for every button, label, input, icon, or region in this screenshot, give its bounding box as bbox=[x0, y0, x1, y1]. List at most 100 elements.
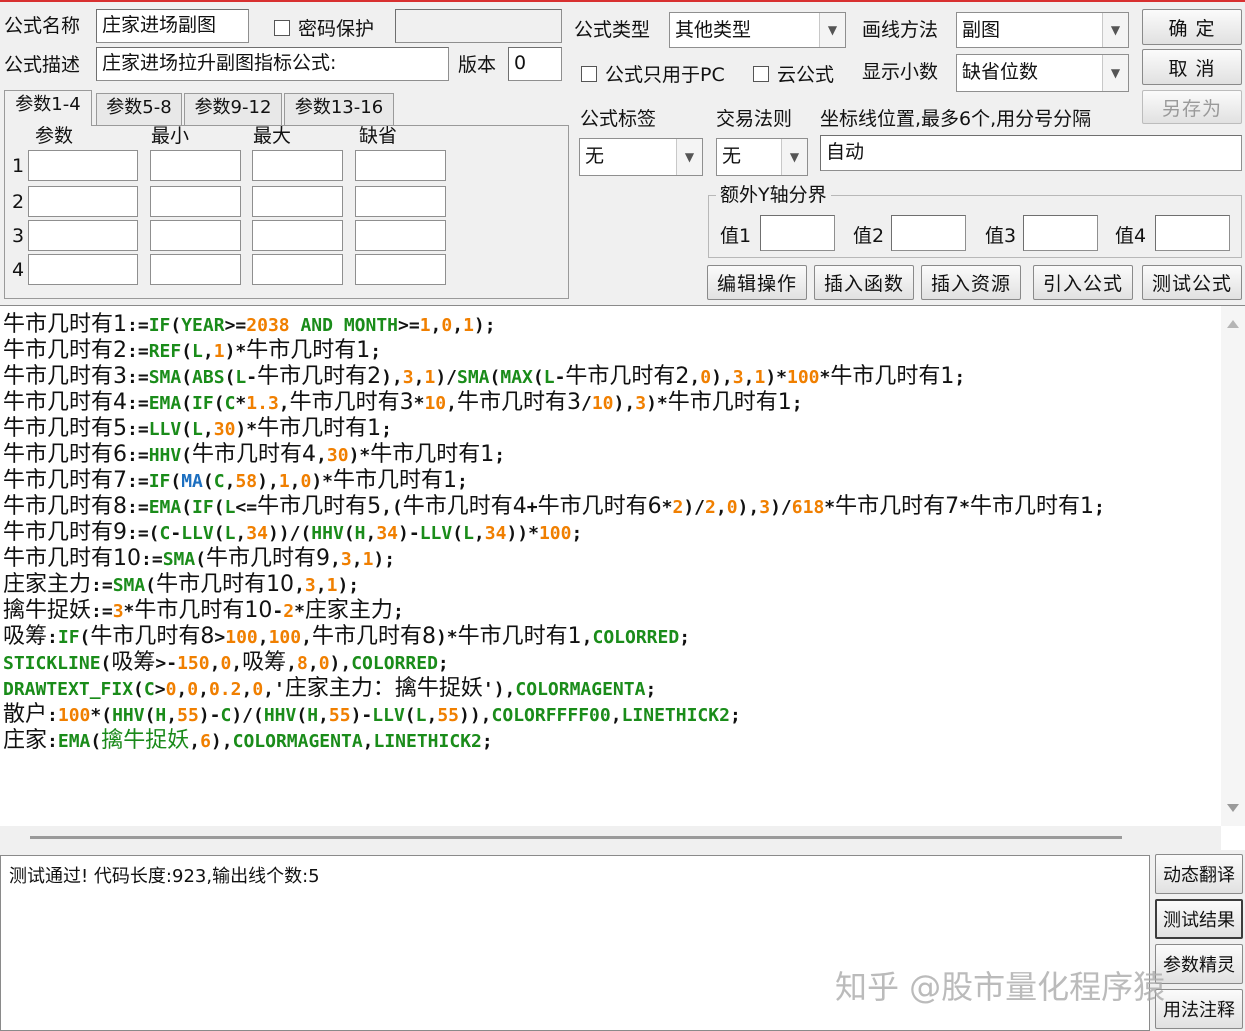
code-line[interactable]: DRAWTEXT_FIX(C>0,0,0.2,0,'庄家主力：擒牛捉妖'),CO… bbox=[3, 676, 1218, 702]
param-4-name-input[interactable] bbox=[28, 254, 138, 285]
password-protect-checkbox[interactable]: 密码保护 bbox=[274, 14, 374, 41]
tab-params-5-8[interactable]: 参数5-8 bbox=[96, 93, 182, 125]
horizontal-scrollbar[interactable] bbox=[0, 826, 1221, 850]
test-formula-button[interactable]: 测试公式 bbox=[1142, 265, 1242, 300]
password-checkbox-box[interactable] bbox=[274, 19, 290, 36]
code-line[interactable]: 庄家主力:=SMA(牛市几时有10,3,1); bbox=[3, 572, 1218, 598]
import-formula-button[interactable]: 引入公式 bbox=[1033, 265, 1133, 300]
chevron-down-icon[interactable]: ▼ bbox=[676, 139, 702, 175]
code-token: HHV bbox=[311, 523, 344, 544]
code-line[interactable]: 散户:100*(HHV(H,55)-C)/(HHV(H,55)-LLV(L,55… bbox=[3, 702, 1218, 728]
y-value-4-input[interactable] bbox=[1155, 215, 1230, 251]
formula-name-input[interactable]: 庄家进场副图 bbox=[96, 9, 249, 43]
insert-resource-button[interactable]: 插入资源 bbox=[921, 265, 1021, 300]
code-token: * bbox=[959, 497, 970, 518]
y-value-3-input[interactable] bbox=[1023, 215, 1098, 251]
formula-desc-input[interactable]: 庄家进场拉升副图指标公式: bbox=[96, 47, 449, 81]
draw-method-select[interactable]: 副图 ▼ bbox=[956, 12, 1129, 48]
y-value-2-input[interactable] bbox=[891, 215, 966, 251]
code-token: 牛市几时有10 bbox=[134, 598, 273, 623]
param-3-min-input[interactable] bbox=[150, 220, 241, 251]
code-line[interactable]: 牛市几时有10:=SMA(牛市几时有9,3,1); bbox=[3, 546, 1218, 572]
code-token: LLV bbox=[419, 523, 453, 544]
horizontal-scroll-thumb[interactable] bbox=[30, 836, 1122, 839]
code-editor[interactable]: 牛市几时有1:=IF(YEAR>=2038 AND MONTH>=1,0,1);… bbox=[0, 305, 1245, 850]
test-result-button[interactable]: 测试结果 bbox=[1155, 899, 1243, 939]
save-as-button[interactable]: 另存为 bbox=[1142, 90, 1242, 124]
param-2-name-input[interactable] bbox=[28, 186, 138, 217]
param-wizard-button[interactable]: 参数精灵 bbox=[1155, 944, 1243, 984]
formula-tag-select[interactable]: 无 ▼ bbox=[579, 138, 703, 176]
param-4-default-input[interactable] bbox=[355, 254, 446, 285]
watermark-text: 知乎 @股市量化程序猿 bbox=[835, 968, 1166, 1006]
edit-operation-button[interactable]: 编辑操作 bbox=[707, 265, 807, 300]
code-line[interactable]: 擒牛捉妖:=3*牛市几时有10-2*庄家主力; bbox=[3, 598, 1218, 624]
code-line[interactable]: 牛市几时有8:=EMA(IF(L<=牛市几时有5,(牛市几时有4+牛市几时有6*… bbox=[3, 494, 1218, 520]
param-1-default-input[interactable] bbox=[355, 150, 446, 181]
password-input[interactable] bbox=[395, 9, 562, 43]
code-token: 1 bbox=[463, 315, 474, 336]
param-4-min-input[interactable] bbox=[150, 254, 241, 285]
insert-function-button[interactable]: 插入函数 bbox=[814, 265, 914, 300]
cancel-button[interactable]: 取 消 bbox=[1142, 49, 1242, 85]
formula-type-select[interactable]: 其他类型 ▼ bbox=[669, 12, 846, 48]
chevron-down-icon[interactable]: ▼ bbox=[1102, 55, 1128, 91]
pc-only-checkbox[interactable]: 公式只用于PC bbox=[581, 60, 725, 87]
param-1-name-input[interactable] bbox=[28, 150, 138, 181]
param-3-max-input[interactable] bbox=[252, 220, 343, 251]
code-token: ), bbox=[737, 497, 760, 518]
vertical-scrollbar[interactable] bbox=[1221, 306, 1245, 826]
param-4-max-input[interactable] bbox=[252, 254, 343, 285]
formula-type-value: 其他类型 bbox=[675, 19, 752, 41]
usage-notes-button[interactable]: 用法注释 bbox=[1155, 989, 1243, 1029]
chevron-down-icon[interactable]: ▼ bbox=[1102, 13, 1128, 47]
code-line[interactable]: 牛市几时有7:=IF(MA(C,58),1,0)*牛市几时有1; bbox=[3, 468, 1218, 494]
code-token: 0.2 bbox=[208, 679, 242, 700]
param-2-min-input[interactable] bbox=[150, 186, 241, 217]
param-1-min-input[interactable] bbox=[150, 150, 241, 181]
tab-params-1-4[interactable]: 参数1-4 bbox=[4, 90, 92, 126]
param-3-default-input[interactable] bbox=[355, 220, 446, 251]
param-1-max-input[interactable] bbox=[252, 150, 343, 181]
pc-only-checkbox-box[interactable] bbox=[581, 65, 597, 82]
code-line[interactable]: 牛市几时有1:=IF(YEAR>=2038 AND MONTH>=1,0,1); bbox=[3, 312, 1218, 338]
cloud-formula-checkbox[interactable]: 云公式 bbox=[753, 60, 834, 87]
code-token: DRAWTEXT_FIX bbox=[3, 679, 134, 700]
code-token: ( bbox=[532, 367, 544, 388]
axis-position-input[interactable]: 自动 bbox=[820, 135, 1242, 171]
tab-params-9-12[interactable]: 参数9-12 bbox=[184, 93, 282, 125]
ok-button[interactable]: 确 定 bbox=[1142, 9, 1242, 45]
code-line[interactable]: 牛市几时有2:=REF(L,1)*牛市几时有1; bbox=[3, 338, 1218, 364]
code-line[interactable]: 庄家:EMA(擒牛捉妖,6),COLORMAGENTA,LINETHICK2; bbox=[3, 728, 1218, 754]
code-token: 1 bbox=[213, 341, 225, 362]
cloud-checkbox-box[interactable] bbox=[753, 65, 769, 82]
code-line[interactable]: STICKLINE(吸筹>-150,0,吸筹,8,0),COLORRED; bbox=[3, 650, 1218, 676]
code-editor-content[interactable]: 牛市几时有1:=IF(YEAR>=2038 AND MONTH>=1,0,1);… bbox=[3, 312, 1218, 812]
decimal-select[interactable]: 缺省位数 ▼ bbox=[956, 54, 1129, 92]
code-line[interactable]: 牛市几时有5:=LLV(L,30)*牛市几时有1; bbox=[3, 416, 1218, 442]
code-token: *( bbox=[90, 705, 113, 726]
code-line[interactable]: 牛市几时有4:=EMA(IF(C*1.3,牛市几时有3*10,牛市几时有3/10… bbox=[3, 390, 1218, 416]
code-token: COLORRED bbox=[592, 627, 680, 648]
code-line[interactable]: 牛市几时有6:=HHV(牛市几时有4,30)*牛市几时有1; bbox=[3, 442, 1218, 468]
param-2-default-input[interactable] bbox=[355, 186, 446, 217]
tab-params-13-16[interactable]: 参数13-16 bbox=[284, 93, 394, 125]
code-line[interactable]: 吸筹:IF(牛市几时有8>100,100,牛市几时有8)*牛市几时有1,COLO… bbox=[3, 624, 1218, 650]
dynamic-translate-button[interactable]: 动态翻译 bbox=[1155, 854, 1243, 894]
trade-rule-select[interactable]: 无 ▼ bbox=[716, 138, 808, 176]
code-token: H bbox=[354, 523, 366, 544]
code-line[interactable]: 牛市几时有9:=(C-LLV(L,34))/(HHV(H,34)-LLV(L,3… bbox=[3, 520, 1218, 546]
param-3-name-input[interactable] bbox=[28, 220, 138, 251]
param-row-number: 4 bbox=[12, 259, 25, 281]
code-token: , bbox=[581, 627, 593, 648]
code-line[interactable]: 牛市几时有3:=SMA(ABS(L-牛市几时有2),3,1)/SMA(MAX(L… bbox=[3, 364, 1218, 390]
y-value-1-input[interactable] bbox=[760, 215, 835, 251]
version-input[interactable]: 0 bbox=[508, 47, 562, 81]
chevron-down-icon[interactable]: ▼ bbox=[781, 139, 807, 175]
code-token: ))* bbox=[506, 523, 539, 544]
code-token: := bbox=[127, 497, 149, 518]
chevron-down-icon[interactable]: ▼ bbox=[819, 13, 845, 47]
code-token: 牛市几时有1 bbox=[969, 494, 1094, 519]
code-token: ), bbox=[257, 471, 279, 492]
param-2-max-input[interactable] bbox=[252, 186, 343, 217]
